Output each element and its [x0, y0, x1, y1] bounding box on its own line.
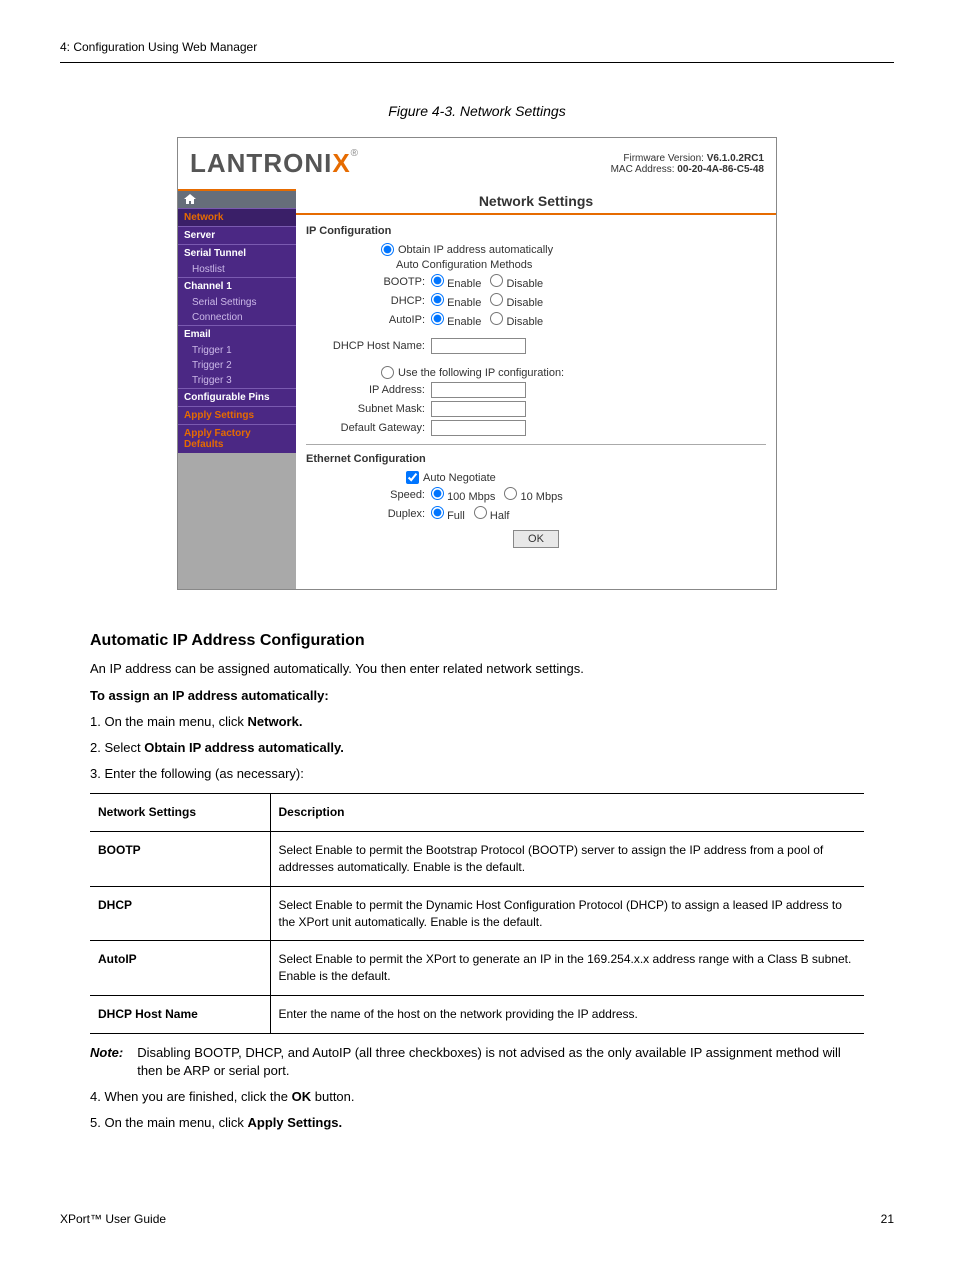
header-meta: Firmware Version: V6.1.0.2RC1 MAC Addres…	[611, 153, 764, 175]
radio-dhcp-disable[interactable]	[490, 293, 503, 306]
logo-x: X	[332, 148, 350, 178]
sidebar-item-serial-settings[interactable]: Serial Settings	[178, 295, 296, 310]
sidebar-item-serial-tunnel[interactable]: Serial Tunnel	[178, 244, 296, 262]
disable-label: Disable	[506, 278, 543, 290]
sidebar-item-channel1[interactable]: Channel 1	[178, 277, 296, 295]
logo-reg: ®	[351, 148, 358, 159]
page-title: Network Settings	[296, 189, 776, 215]
content-area: Network Settings IP Configuration Obtain…	[296, 189, 776, 589]
sidebar-item-email[interactable]: Email	[178, 325, 296, 343]
footer-left: XPort™ User Guide	[60, 1212, 166, 1226]
sidebar-item-hostlist[interactable]: Hostlist	[178, 262, 296, 277]
radio-bootp-disable[interactable]	[490, 274, 503, 287]
doc-header: 4: Configuration Using Web Manager	[60, 40, 894, 63]
note-label: Note:	[90, 1044, 127, 1080]
subnet-input[interactable]	[431, 401, 526, 417]
sidebar-item-trigger1[interactable]: Trigger 1	[178, 343, 296, 358]
radio-duplex-half[interactable]	[474, 506, 487, 519]
note-text: Disabling BOOTP, DHCP, and AutoIP (all t…	[137, 1044, 864, 1080]
screenshot-header: LANTRONIX® Firmware Version: V6.1.0.2RC1…	[178, 138, 776, 189]
duplex-label: Duplex:	[306, 508, 431, 520]
sidebar-item-trigger3[interactable]: Trigger 3	[178, 373, 296, 388]
mac-label: MAC Address:	[611, 164, 675, 175]
table-row: DHCP Select Enable to permit the Dynamic…	[90, 886, 864, 941]
th-settings: Network Settings	[90, 794, 270, 832]
radio-speed-100[interactable]	[431, 487, 444, 500]
doc-chapter: 4: Configuration Using Web Manager	[60, 40, 257, 54]
footer-right: 21	[881, 1212, 894, 1226]
radio-autoip-enable[interactable]	[431, 312, 444, 325]
checkbox-auto-negotiate[interactable]	[406, 471, 419, 484]
gateway-input[interactable]	[431, 420, 526, 436]
dhcp-host-label: DHCP Host Name:	[306, 340, 431, 352]
table-row: BOOTP Select Enable to permit the Bootst…	[90, 832, 864, 887]
sidebar-item-server[interactable]: Server	[178, 226, 296, 244]
radio-bootp-enable[interactable]	[431, 274, 444, 287]
subnet-label: Subnet Mask:	[306, 403, 431, 415]
ip-address-label: IP Address:	[306, 384, 431, 396]
autoconf-heading: Automatic IP Address Configuration	[90, 630, 864, 652]
sidebar-item-apply-defaults[interactable]: Apply Factory Defaults	[178, 424, 296, 453]
radio-autoip-disable[interactable]	[490, 312, 503, 325]
obtain-auto-label: Obtain IP address automatically	[398, 244, 553, 256]
sidebar-item-network[interactable]: Network	[178, 208, 296, 226]
th-description: Description	[270, 794, 864, 832]
speed-label: Speed:	[306, 489, 431, 501]
bootp-label: BOOTP:	[306, 276, 431, 288]
auto-neg-label: Auto Negotiate	[423, 472, 496, 484]
logo: LANTRONIX®	[190, 148, 358, 179]
enable-label: Enable	[447, 278, 481, 290]
figure-caption: Figure 4-3. Network Settings	[60, 103, 894, 119]
dhcp-host-input[interactable]	[431, 338, 526, 354]
dhcp-label: DHCP:	[306, 295, 431, 307]
logo-text: LANTRONI	[190, 148, 332, 178]
sidebar-item-conf-pins[interactable]: Configurable Pins	[178, 388, 296, 406]
firmware-label: Firmware Version:	[623, 153, 704, 164]
radio-use-following[interactable]	[381, 366, 394, 379]
sidebar-item-connection[interactable]: Connection	[178, 310, 296, 325]
ok-button[interactable]: OK	[513, 530, 559, 548]
settings-table: Network Settings Description BOOTP Selec…	[90, 793, 864, 1033]
to-assign: To assign an IP address automatically:	[90, 688, 329, 703]
doc-footer: XPort™ User Guide 21	[60, 1212, 894, 1226]
screenshot-panel: LANTRONIX® Firmware Version: V6.1.0.2RC1…	[177, 137, 777, 590]
sidebar-item-apply-settings[interactable]: Apply Settings	[178, 406, 296, 424]
body-text: Automatic IP Address Configuration An IP…	[90, 630, 864, 1132]
gateway-label: Default Gateway:	[306, 422, 431, 434]
radio-speed-10[interactable]	[504, 487, 517, 500]
mac-value: 00-20-4A-86-C5-48	[677, 164, 764, 175]
auto-methods-label: Auto Configuration Methods	[396, 259, 532, 271]
ip-address-input[interactable]	[431, 382, 526, 398]
use-following-label: Use the following IP configuration:	[398, 367, 564, 379]
radio-obtain-auto[interactable]	[381, 243, 394, 256]
ip-config-heading: IP Configuration	[306, 225, 766, 237]
firmware-value: V6.1.0.2RC1	[707, 153, 764, 164]
home-button[interactable]	[178, 189, 296, 208]
radio-duplex-full[interactable]	[431, 506, 444, 519]
table-row: AutoIP Select Enable to permit the XPort…	[90, 941, 864, 996]
note-row: Note: Disabling BOOTP, DHCP, and AutoIP …	[90, 1044, 864, 1080]
home-icon	[184, 194, 196, 204]
autoip-label: AutoIP:	[306, 314, 431, 326]
radio-dhcp-enable[interactable]	[431, 293, 444, 306]
autoconf-para: An IP address can be assigned automatica…	[90, 660, 864, 678]
eth-config-heading: Ethernet Configuration	[306, 453, 766, 465]
table-row: DHCP Host Name Enter the name of the hos…	[90, 995, 864, 1033]
sidebar: Network Server Serial Tunnel Hostlist Ch…	[178, 189, 296, 589]
sidebar-item-trigger2[interactable]: Trigger 2	[178, 358, 296, 373]
